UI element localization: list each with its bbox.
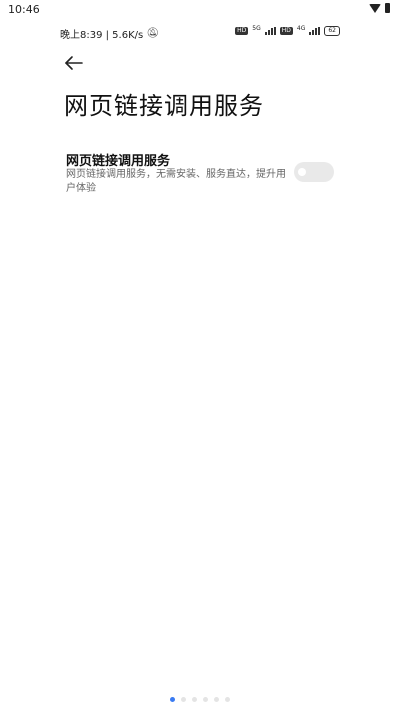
- inner-status-left: 晚上8:39 | 5.6K/s 🔕︎: [60, 26, 159, 41]
- sim2-signal-icon: [309, 27, 321, 35]
- page-indicator: [0, 697, 400, 702]
- page-dot: [225, 697, 230, 702]
- system-status-icons: [369, 3, 390, 13]
- page-dot: [214, 697, 219, 702]
- wifi-icon: [369, 3, 381, 13]
- inner-status-text: 晚上8:39 | 5.6K/s: [60, 30, 144, 41]
- system-status-bar: 10:46: [0, 0, 400, 20]
- setting-title: 网页链接调用服务: [66, 154, 171, 169]
- back-arrow-icon: [65, 56, 83, 70]
- web-link-service-toggle[interactable]: [294, 162, 334, 182]
- inner-status-right: HD 5G HD 4G 62: [235, 24, 340, 36]
- setting-row-web-link-service[interactable]: 网页链接调用服务 网页链接调用服务，无需安装、服务直达，提升用户体验: [64, 150, 336, 200]
- sim1-hd-badge: HD: [235, 27, 249, 35]
- inner-battery-badge: 62: [324, 26, 340, 36]
- toggle-knob: [298, 168, 306, 176]
- page-dot: [192, 697, 197, 702]
- setting-description: 网页链接调用服务，无需安装、服务直达，提升用户体验: [66, 169, 286, 194]
- page-title: 网页链接调用服务: [64, 92, 264, 120]
- bell-off-icon: 🔕︎: [146, 28, 159, 39]
- sim2-network-label: 4G: [296, 24, 306, 32]
- sim1-signal-icon: [264, 27, 276, 35]
- sim2-hd-badge: HD: [279, 27, 293, 35]
- page-dot: [203, 697, 208, 702]
- page-dot: [181, 697, 186, 702]
- system-time: 10:46: [8, 3, 40, 16]
- sim1-network-label: 5G: [252, 24, 261, 32]
- back-button[interactable]: [62, 52, 88, 74]
- inner-status-bar: 晚上8:39 | 5.6K/s 🔕︎ HD 5G HD 4G 62: [60, 24, 340, 41]
- page-dot-active: [170, 697, 175, 702]
- battery-icon: [385, 3, 390, 13]
- screen: 10:46 晚上8:39 | 5.6K/s 🔕︎ HD 5G HD 4G 62: [0, 0, 400, 712]
